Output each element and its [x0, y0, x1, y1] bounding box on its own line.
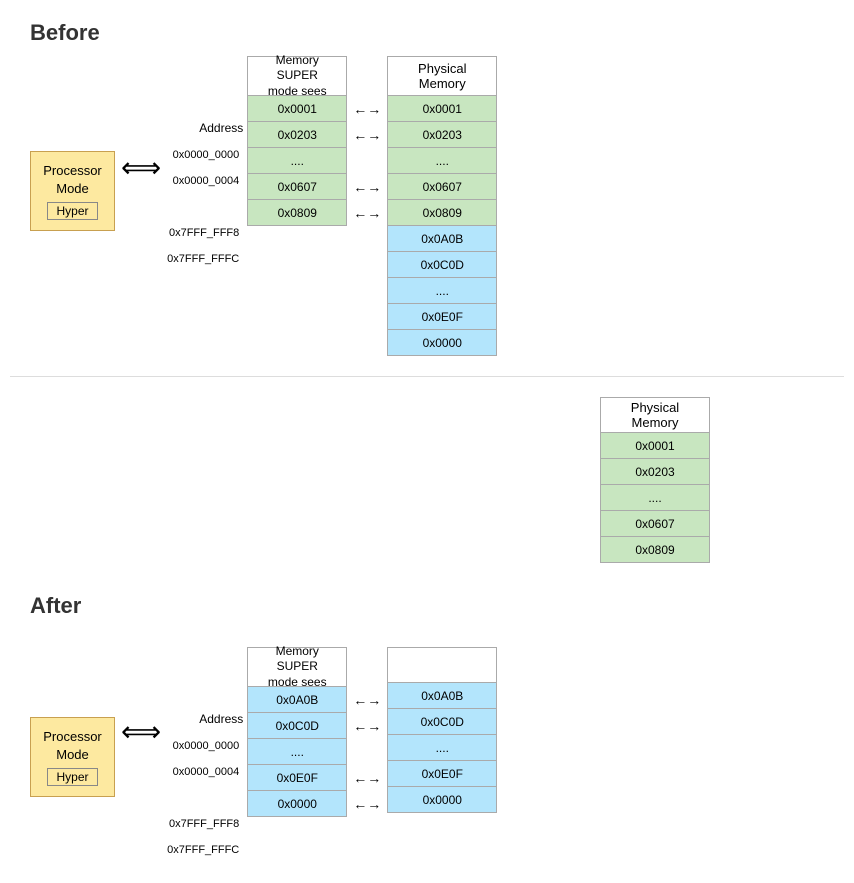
physical-memory-after-bottom: 0x0A0B 0x0C0D .... 0x0E0F 0x0000 [387, 647, 497, 813]
phys-row-before-5: 0x0A0B [387, 226, 497, 252]
arrows-before: ←→ ←→ ←→ ←→ [353, 96, 381, 226]
phys-row-before-7: .... [387, 278, 497, 304]
phys-row-after-bot-3: 0x0E0F [387, 761, 497, 787]
bidir-arrow-before: ⟺ [121, 151, 161, 184]
arrow-after-2 [353, 739, 381, 765]
address-col-after: Address 0x0000_0000 0x0000_0004 0x7FFF_F… [167, 707, 243, 863]
phys-row-after-bot-0: 0x0A0B [387, 683, 497, 709]
after-section: Physical Memory 0x0001 0x0203 .... 0x060… [10, 376, 844, 873]
processor-title-after: Processor Mode [43, 728, 102, 764]
memory-super-after: Memory SUPERmode sees 0x0A0B 0x0C0D ....… [247, 647, 347, 817]
addr-header-after: Address [167, 707, 243, 731]
phys-row-before-4: 0x0809 [387, 200, 497, 226]
arrow-after-0: ←→ [353, 687, 381, 713]
mem-row-after-2: .... [247, 739, 347, 765]
mem-row-before-3: 0x0607 [247, 174, 347, 200]
mem-row-after-1: 0x0C0D [247, 713, 347, 739]
addr-row-before-0: 0x0000_0000 [167, 142, 243, 168]
phys-row-before-3: 0x0607 [387, 174, 497, 200]
phys-row-after-bot-1: 0x0C0D [387, 709, 497, 735]
memory-super-before: Memory SUPERmode sees 0x0001 0x0203 ....… [247, 56, 347, 226]
hyper-badge-before: Hyper [47, 202, 97, 220]
mem-row-before-2: .... [247, 148, 347, 174]
arrows-after: ←→ ←→ ←→ ←→ [353, 687, 381, 817]
addr-row-before-2 [167, 194, 243, 220]
phys-row-after-top-4: 0x0809 [600, 537, 710, 563]
arrow-before-4: ←→ [353, 200, 381, 226]
memory-super-header-after: Memory SUPERmode sees [247, 647, 347, 687]
phys-row-after-bot-4: 0x0000 [387, 787, 497, 813]
processor-box-before: Processor Mode Hyper [30, 151, 115, 231]
arrow-after-3: ←→ [353, 765, 381, 791]
mem-row-after-4: 0x0000 [247, 791, 347, 817]
phys-row-after-bot-2: .... [387, 735, 497, 761]
addr-row-after-2 [167, 785, 243, 811]
before-section: Before Processor Mode Hyper ⟺ Address 0x… [10, 10, 844, 366]
addr-row-after-3: 0x7FFF_FFF8 [167, 811, 243, 837]
bidir-arrow-after: ⟺ [121, 715, 161, 748]
phys-row-before-0: 0x0001 [387, 96, 497, 122]
physical-memory-before: Physical Memory 0x0001 0x0203 .... 0x060… [387, 56, 497, 356]
phys-row-before-8: 0x0E0F [387, 304, 497, 330]
phys-header-after-spacer [387, 647, 497, 683]
processor-box-after: Processor Mode Hyper [30, 717, 115, 797]
mem-row-after-3: 0x0E0F [247, 765, 347, 791]
address-col-before: Address 0x0000_0000 0x0000_0004 0x7FFF_F… [167, 116, 243, 272]
phys-header-before: Physical Memory [387, 56, 497, 96]
addr-row-after-1: 0x0000_0004 [167, 759, 243, 785]
phys-row-before-6: 0x0C0D [387, 252, 497, 278]
phys-row-before-1: 0x0203 [387, 122, 497, 148]
arrow-after-4: ←→ [353, 791, 381, 817]
before-label: Before [30, 20, 824, 46]
arrow-after-1: ←→ [353, 713, 381, 739]
arrow-before-0: ←→ [353, 96, 381, 122]
phys-row-before-2: .... [387, 148, 497, 174]
arrow-before-1: ←→ [353, 122, 381, 148]
mem-row-before-4: 0x0809 [247, 200, 347, 226]
memory-super-header-before: Memory SUPERmode sees [247, 56, 347, 96]
addr-row-before-3: 0x7FFF_FFF8 [167, 220, 243, 246]
phys-row-before-9: 0x0000 [387, 330, 497, 356]
addr-row-after-4: 0x7FFF_FFFC [167, 837, 243, 863]
mem-row-after-0: 0x0A0B [247, 687, 347, 713]
phys-row-after-top-3: 0x0607 [600, 511, 710, 537]
phys-header-after: Physical Memory [600, 397, 710, 433]
hyper-badge-after: Hyper [47, 768, 97, 786]
arrow-before-3: ←→ [353, 174, 381, 200]
addr-row-before-1: 0x0000_0004 [167, 168, 243, 194]
after-label: After [30, 593, 81, 619]
physical-memory-after-top: Physical Memory 0x0001 0x0203 .... 0x060… [600, 397, 710, 563]
phys-row-after-top-0: 0x0001 [600, 433, 710, 459]
processor-title-before: Processor Mode [43, 162, 102, 198]
phys-row-after-top-2: .... [600, 485, 710, 511]
mem-row-before-0: 0x0001 [247, 96, 347, 122]
addr-row-after-0: 0x0000_0000 [167, 733, 243, 759]
mem-row-before-1: 0x0203 [247, 122, 347, 148]
addr-row-before-4: 0x7FFF_FFFC [167, 246, 243, 272]
phys-row-after-top-1: 0x0203 [600, 459, 710, 485]
addr-header-before: Address [167, 116, 243, 140]
arrow-before-2 [353, 148, 381, 174]
